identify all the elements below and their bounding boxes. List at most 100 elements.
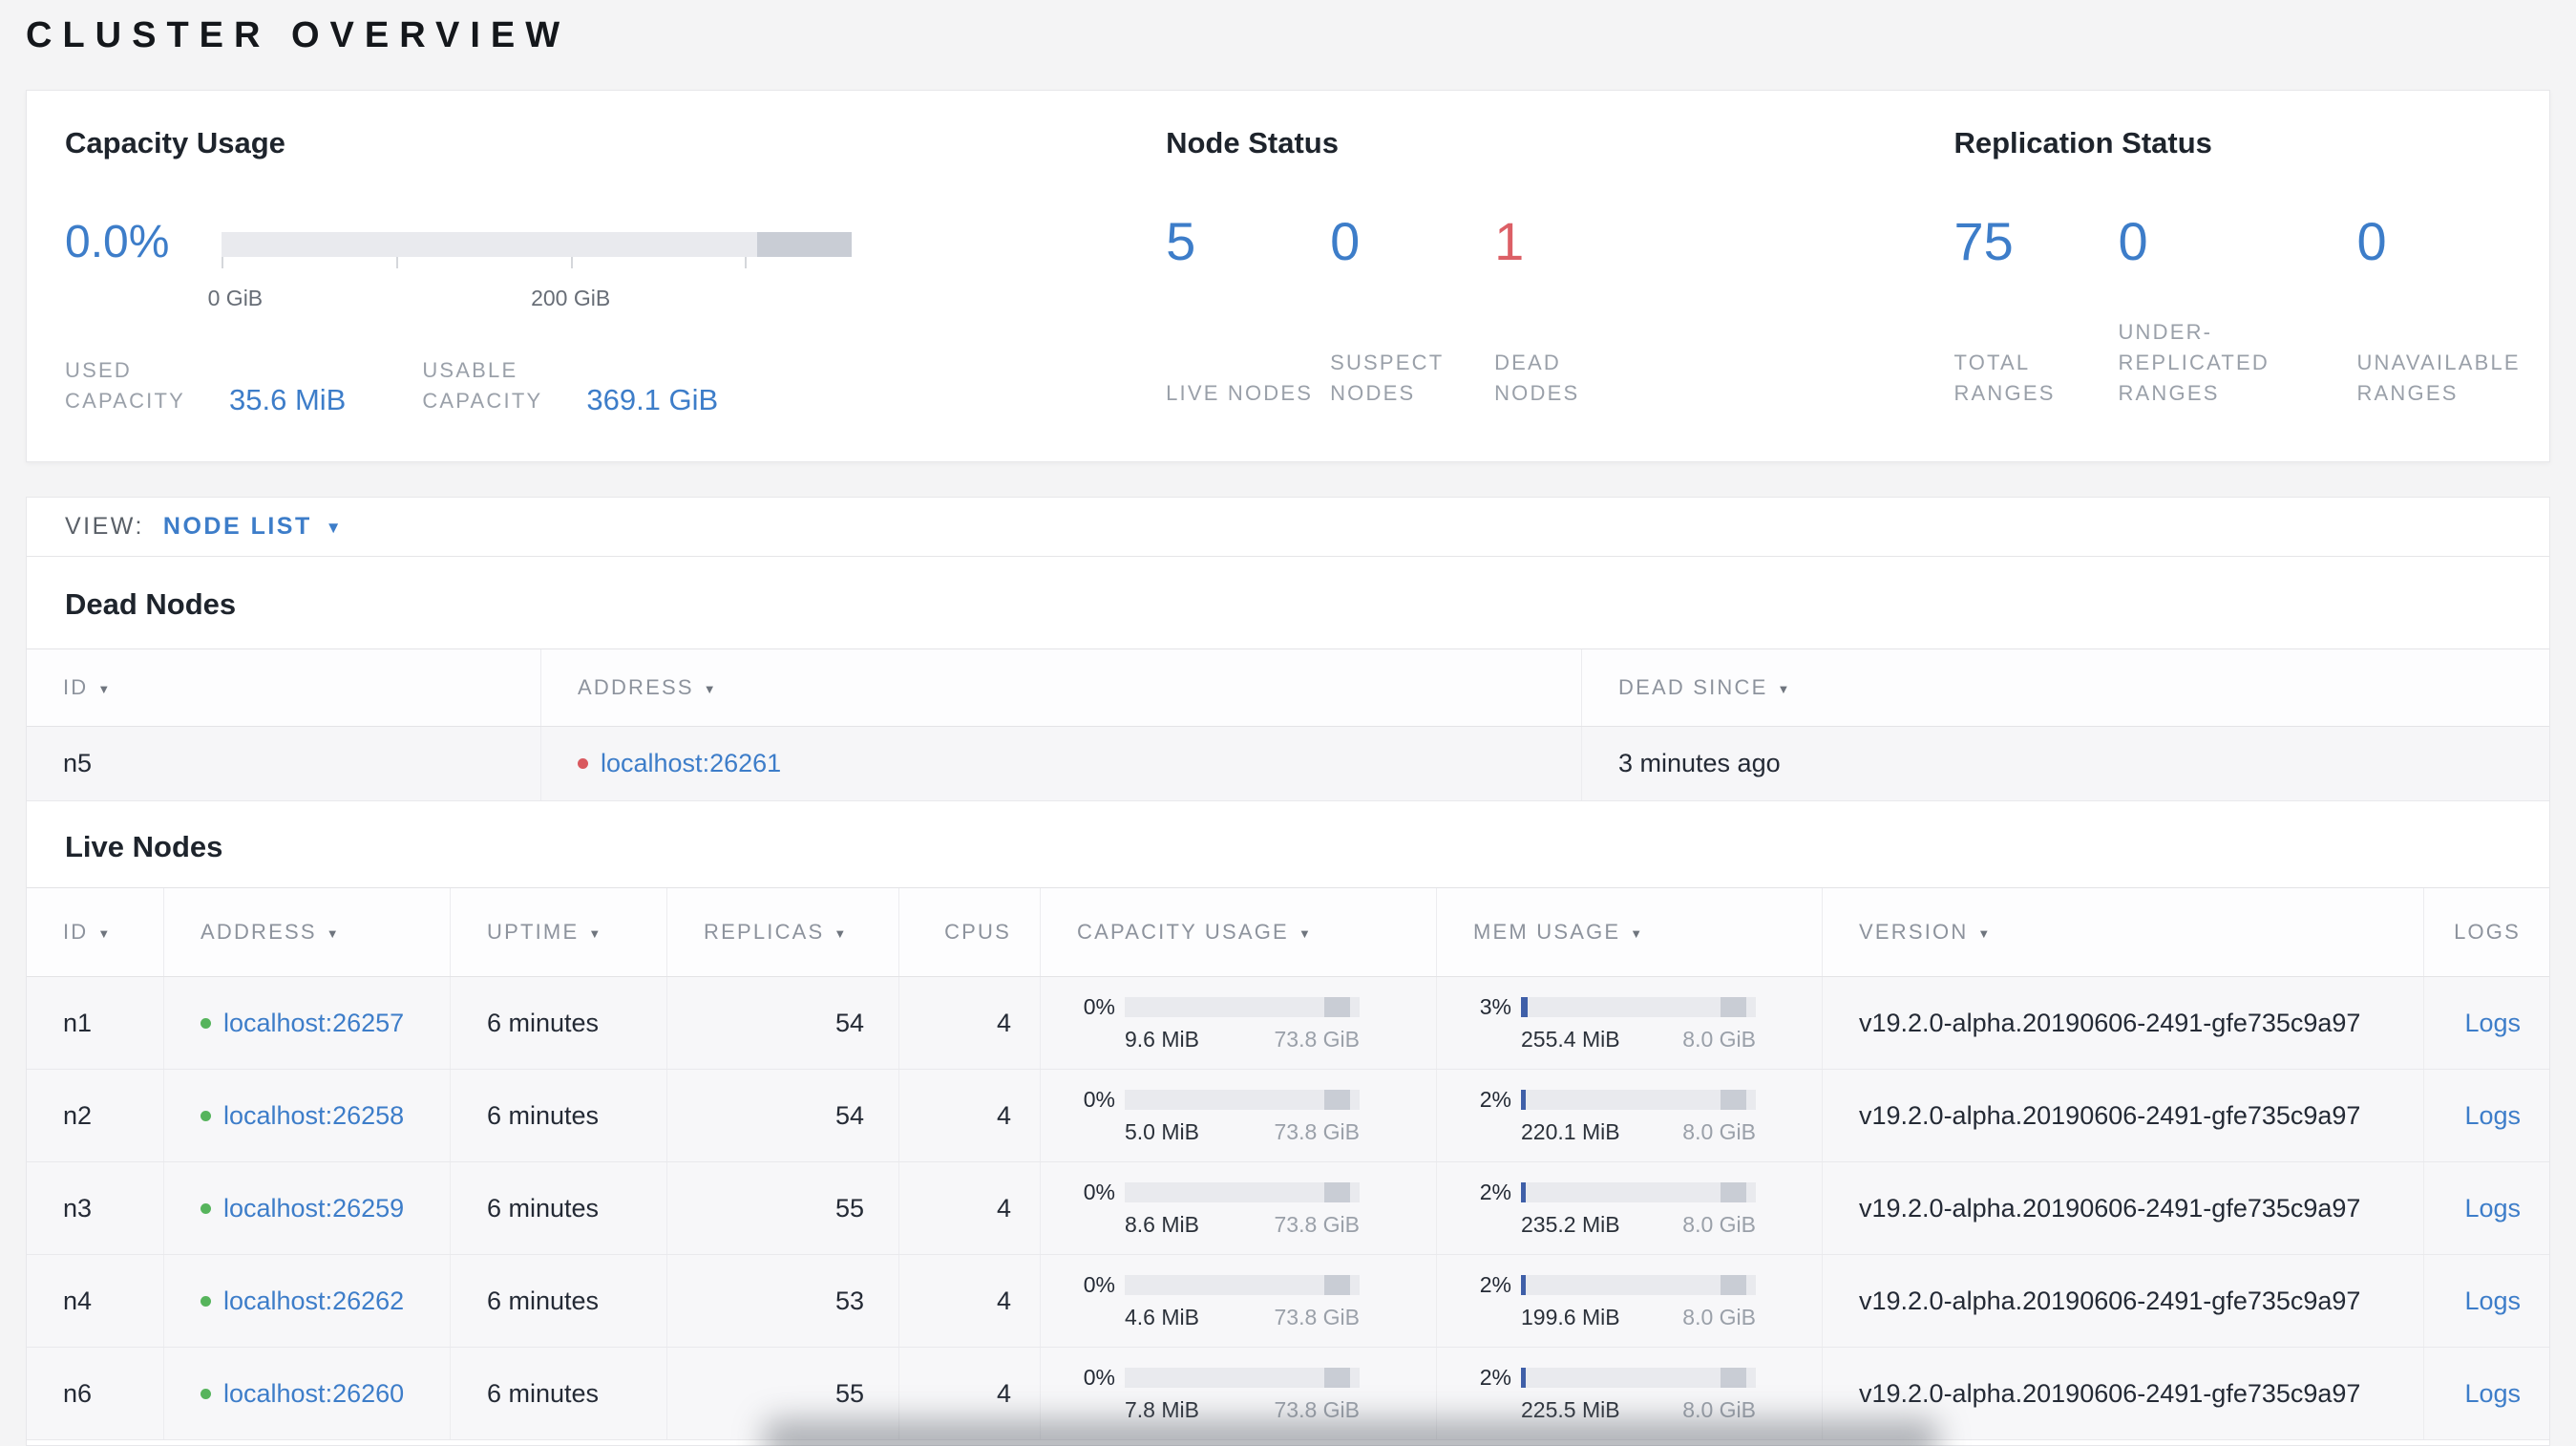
mem-percent: 3% <box>1479 993 1511 1019</box>
node-address-link[interactable]: localhost:26259 <box>223 1194 404 1223</box>
capacity-usage-cell: 0% 9.6 MiB 73.8 GiB <box>1040 977 1436 1069</box>
logs-link[interactable]: Logs <box>2464 1194 2521 1223</box>
sort-icon: ▼ <box>97 681 113 696</box>
node-status-stats: 5 LIVE NODES 0 SUSPECT NODES 1 DEAD NODE… <box>1166 213 1658 409</box>
capacity-usage-cell: 0% 4.6 MiB 73.8 GiB <box>1040 1255 1436 1347</box>
axis-tick <box>222 257 223 268</box>
node-address-cell: localhost:26260 <box>163 1348 450 1439</box>
used-capacity-label: USED CAPACITY <box>65 358 185 413</box>
chevron-down-icon: ▼ <box>325 518 342 537</box>
node-version: v19.2.0-alpha.20190606-2491-gfe735c9a97 <box>1822 1255 2423 1347</box>
node-address-link[interactable]: localhost:26262 <box>223 1287 404 1316</box>
node-version: v19.2.0-alpha.20190606-2491-gfe735c9a97 <box>1822 977 2423 1069</box>
sort-icon: ▼ <box>834 925 849 941</box>
bar-fill <box>1521 1367 1526 1388</box>
sort-icon: ▼ <box>1777 681 1792 696</box>
bar-segment <box>1721 1367 1747 1388</box>
capacity-total: 73.8 GiB <box>1274 1026 1361 1052</box>
capacity-percent: 0% <box>1083 993 1115 1019</box>
node-address-link[interactable]: localhost:26260 <box>223 1379 404 1409</box>
node-replicas: 55 <box>666 1162 898 1254</box>
capacity-usage-bar <box>1125 1274 1360 1295</box>
capacity-percent: 0% <box>1083 1271 1115 1297</box>
used-capacity-stat: USED CAPACITY 35.6 MiB <box>65 355 346 416</box>
table-row: n3 localhost:26259 6 minutes 55 4 0% 8.6… <box>27 1162 2549 1255</box>
col-uptime[interactable]: UPTIME ▼ <box>450 888 666 976</box>
logs-cell: Logs <box>2423 1348 2549 1439</box>
mem-percent: 2% <box>1479 1364 1511 1390</box>
col-version[interactable]: VERSION ▼ <box>1822 888 2423 976</box>
capacity-usage-bar <box>1125 1181 1360 1202</box>
col-mem-usage[interactable]: MEM USAGE ▼ <box>1436 888 1822 976</box>
axis-tick <box>745 257 748 268</box>
capacity-total: 73.8 GiB <box>1274 1118 1361 1144</box>
live-status-icon <box>201 1388 211 1399</box>
dead-nodes-count: 1 <box>1494 211 1525 271</box>
capacity-used: 9.6 MiB <box>1125 1026 1199 1052</box>
sort-icon: ▼ <box>326 925 341 941</box>
mem-usage-cell: 2% 220.1 MiB 8.0 GiB <box>1436 1070 1822 1161</box>
total-ranges-stat: 75 TOTAL RANGES <box>1953 213 2118 409</box>
capacity-used: 5.0 MiB <box>1125 1118 1199 1144</box>
capacity-usage-bar <box>1125 1089 1360 1110</box>
node-cpus: 4 <box>898 1255 1040 1347</box>
axis-tick <box>395 257 398 268</box>
node-replicas: 53 <box>666 1255 898 1347</box>
node-version: v19.2.0-alpha.20190606-2491-gfe735c9a97 <box>1822 1162 2423 1254</box>
node-address-link[interactable]: localhost:26261 <box>601 749 781 778</box>
sort-icon: ▼ <box>588 925 603 941</box>
node-id: n4 <box>63 1286 93 1315</box>
logs-link[interactable]: Logs <box>2464 1009 2521 1038</box>
logs-cell: Logs <box>2423 977 2549 1069</box>
bar-segment <box>1324 1367 1351 1388</box>
logs-link[interactable]: Logs <box>2464 1379 2521 1409</box>
mem-percent: 2% <box>1479 1271 1511 1297</box>
logs-cell: Logs <box>2423 1162 2549 1254</box>
col-capacity-usage[interactable]: CAPACITY USAGE ▼ <box>1040 888 1436 976</box>
view-bar: VIEW: NODE LIST ▼ <box>27 498 2549 557</box>
node-status-title: Node Status <box>1166 126 1339 159</box>
node-address-cell: localhost:26262 <box>163 1255 450 1347</box>
unavailable-ranges-stat: 0 UNAVAILABLE RANGES <box>2356 213 2547 409</box>
table-row: n4 localhost:26262 6 minutes 53 4 0% 4.6… <box>27 1255 2549 1348</box>
capacity-total: 73.8 GiB <box>1274 1304 1361 1329</box>
capacity-percent: 0% <box>1083 1086 1115 1112</box>
bar-fill <box>1521 1181 1526 1202</box>
suspect-nodes-label: SUSPECT NODES <box>1330 351 1445 405</box>
capacity-bar-segment <box>757 232 852 257</box>
node-cpus: 4 <box>898 977 1040 1069</box>
cluster-overview-page: CLUSTER OVERVIEW Capacity Usage 0.0% 0 G… <box>0 0 2576 1446</box>
col-address[interactable]: ADDRESS ▼ <box>163 888 450 976</box>
logs-link[interactable]: Logs <box>2464 1287 2521 1316</box>
dead-col-id[interactable]: ID ▼ <box>27 649 540 726</box>
unavailable-ranges-label: UNAVAILABLE RANGES <box>2356 351 2521 405</box>
node-address-link[interactable]: localhost:26257 <box>223 1009 404 1038</box>
bar-segment <box>1721 996 1747 1017</box>
capacity-chart-row: 0.0% 0 GiB 200 GiB <box>65 217 852 310</box>
dead-nodes-table: ID ▼ ADDRESS ▼ DEAD SINCE ▼ n5 localhost:26… <box>27 649 2549 801</box>
capacity-usage-cell: 0% 8.6 MiB 73.8 GiB <box>1040 1162 1436 1254</box>
dead-col-dead-since[interactable]: DEAD SINCE ▼ <box>1581 649 2549 726</box>
col-id[interactable]: ID ▼ <box>27 888 163 976</box>
dead-nodes-stat: 1 DEAD NODES <box>1494 213 1658 409</box>
sort-icon: ▼ <box>1298 925 1314 941</box>
total-ranges-label: TOTAL RANGES <box>1953 351 2056 405</box>
dead-col-address[interactable]: ADDRESS ▼ <box>540 649 1581 726</box>
capacity-used: 8.6 MiB <box>1125 1211 1199 1237</box>
node-address-cell: localhost:26261 <box>540 727 1581 800</box>
node-uptime: 6 minutes <box>450 1162 666 1254</box>
mem-used: 199.6 MiB <box>1521 1304 1620 1329</box>
node-id: n1 <box>63 1008 93 1037</box>
axis-label-0gib: 0 GiB <box>207 286 264 310</box>
bar-segment <box>1324 996 1351 1017</box>
capacity-percent: 0% <box>1083 1364 1115 1390</box>
capacity-usage-section: Capacity Usage 0.0% 0 GiB 200 GiB USED C… <box>65 125 1166 427</box>
node-replicas: 54 <box>666 977 898 1069</box>
logs-link[interactable]: Logs <box>2464 1101 2521 1131</box>
node-id: n2 <box>63 1100 93 1130</box>
view-dropdown[interactable]: NODE LIST ▼ <box>163 513 342 541</box>
node-address-link[interactable]: localhost:26258 <box>223 1101 404 1131</box>
live-status-icon <box>201 1295 211 1307</box>
col-replicas[interactable]: REPLICAS ▼ <box>666 888 898 976</box>
capacity-usage-cell: 0% 5.0 MiB 73.8 GiB <box>1040 1070 1436 1161</box>
